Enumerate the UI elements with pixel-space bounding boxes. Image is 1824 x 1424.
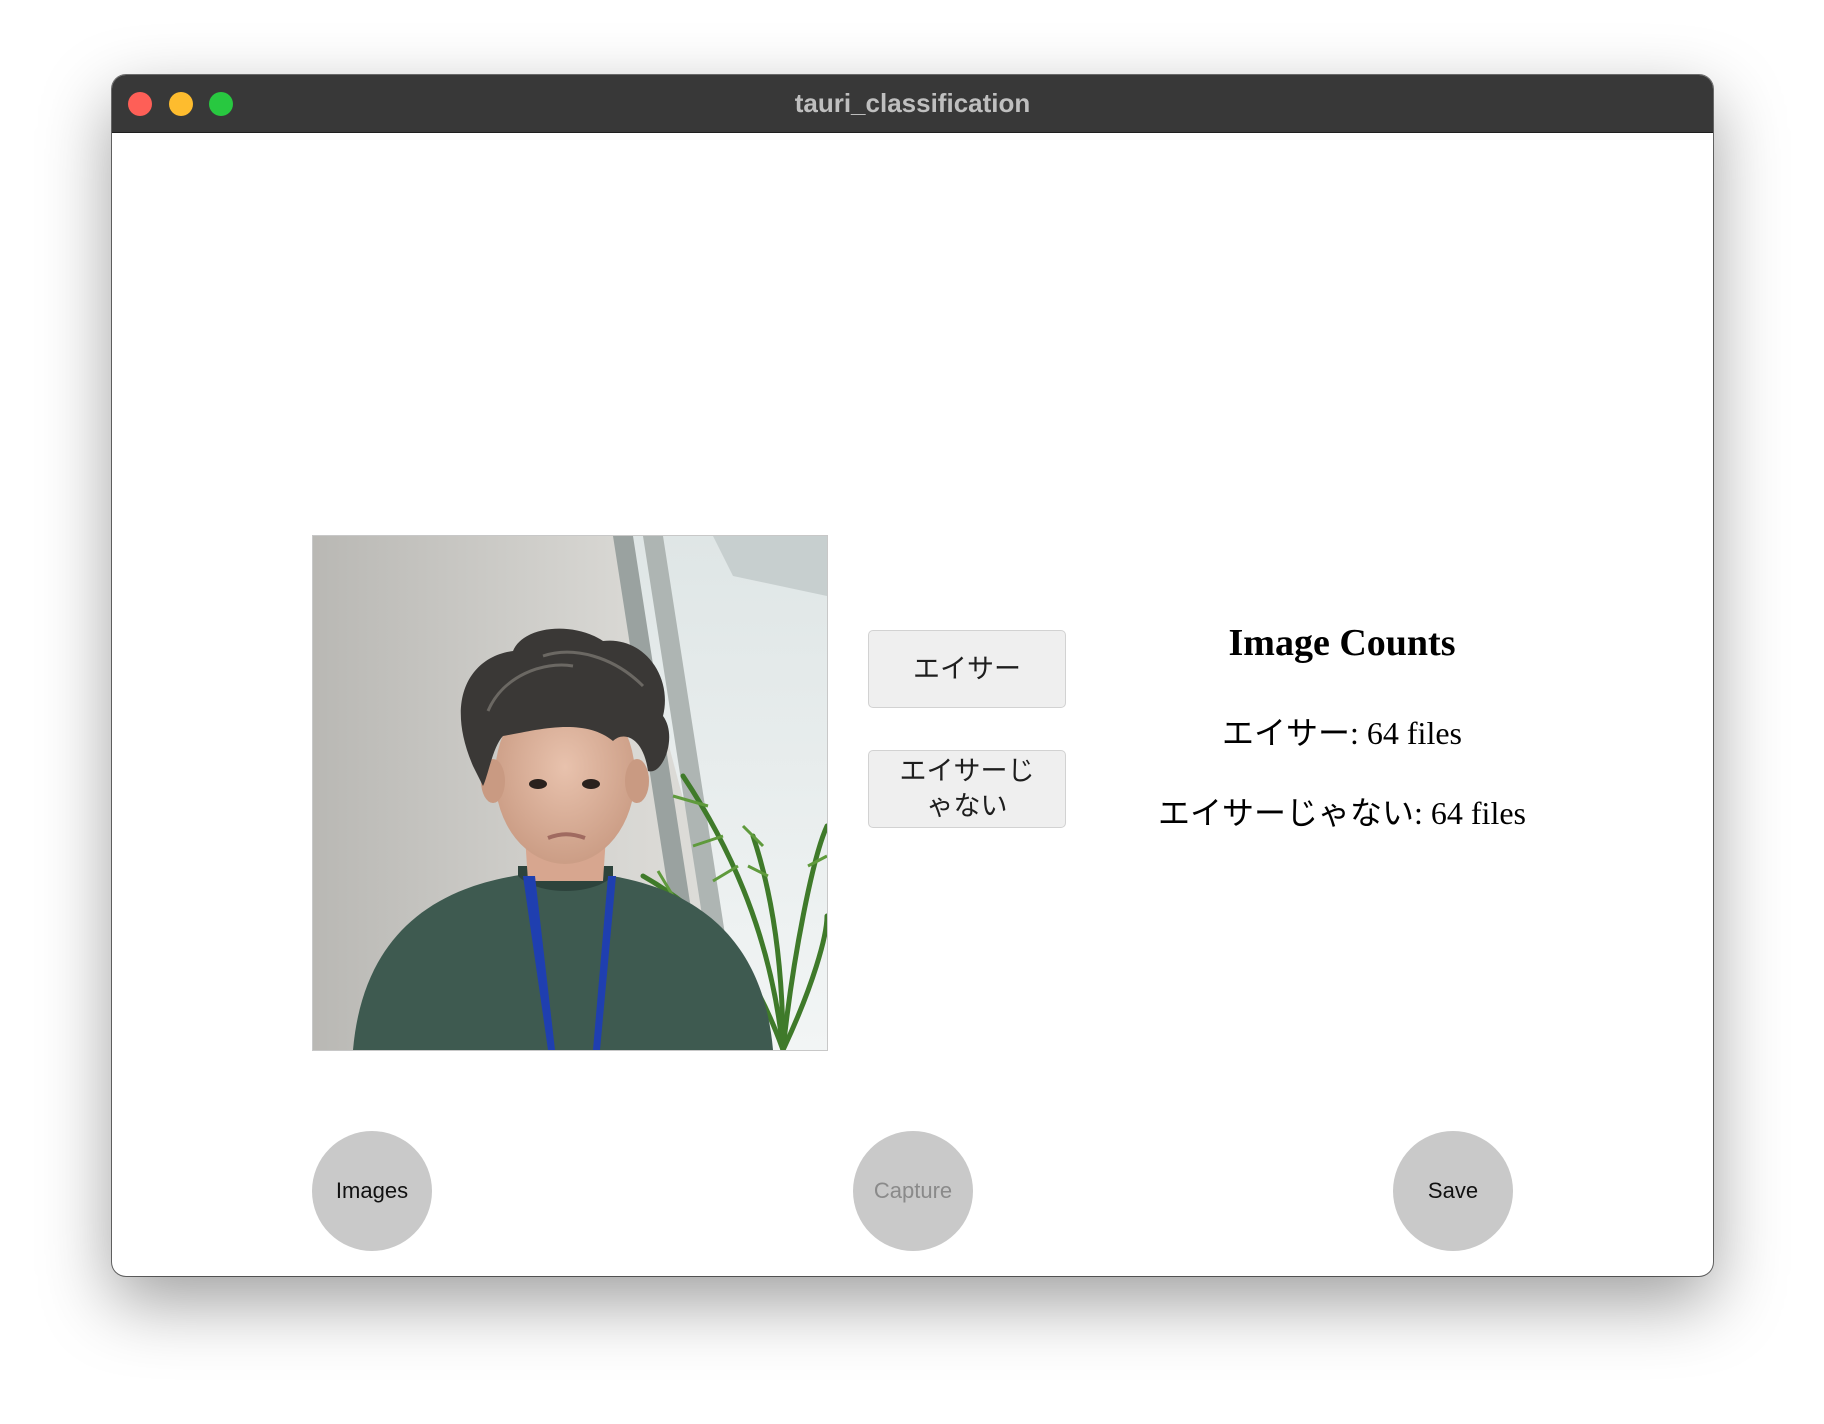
image-counts-heading: Image Counts [1228, 622, 1456, 664]
class-not-acer-button[interactable]: エイサーじゃない [868, 750, 1066, 828]
class-not-acer-count: エイサーじゃない: 64 files [1158, 795, 1526, 831]
image-counts-panel: Image Counts エイサー: 64 files エイサーじゃない: 64… [1112, 613, 1572, 833]
camera-preview-image [313, 536, 827, 1050]
app-window: tauri_classification エイサー エイサーじゃない Image… [112, 75, 1713, 1276]
window-title: tauri_classification [794, 88, 1031, 118]
capture-button[interactable]: Capture [853, 1131, 973, 1251]
class-acer-count: エイサー: 64 files [1222, 715, 1462, 751]
save-button[interactable]: Save [1393, 1131, 1513, 1251]
main-content: エイサー エイサーじゃない Image Counts エイサー: 64 file… [112, 133, 1713, 1276]
images-button[interactable]: Images [312, 1131, 432, 1251]
title-bar[interactable]: tauri_classification [112, 75, 1713, 133]
class-acer-button[interactable]: エイサー [868, 630, 1066, 708]
camera-preview [312, 535, 828, 1051]
